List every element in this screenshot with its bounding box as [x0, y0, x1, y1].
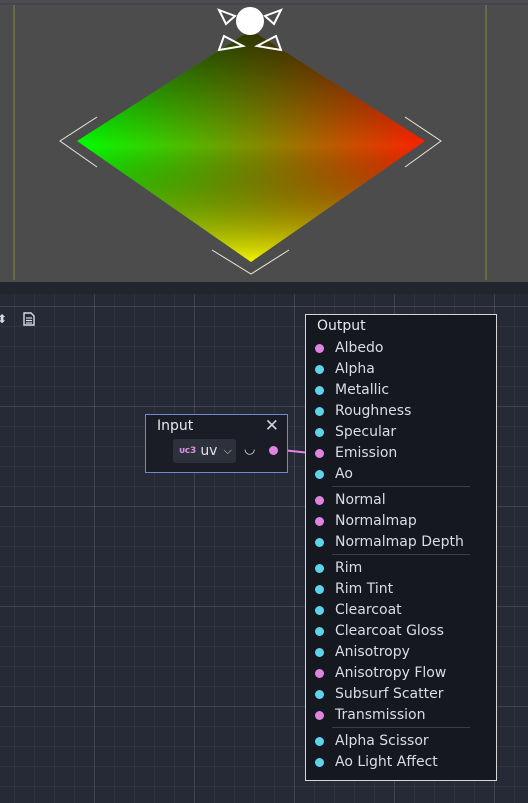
output-port-row-normalmap[interactable]: Normalmap [306, 511, 496, 532]
output-port-row-alpha-scissor[interactable]: Alpha Scissor [306, 731, 496, 752]
port-label: Specular [335, 424, 397, 440]
port-alpha-scissor[interactable] [315, 737, 324, 746]
port-label: Roughness [335, 403, 412, 419]
port-clearcoat-gloss[interactable] [315, 627, 324, 636]
port-albedo[interactable] [315, 344, 324, 353]
port-label: Anisotropy Flow [335, 665, 447, 681]
input-selected-value: uv [200, 443, 218, 459]
port-label: Normalmap Depth [335, 534, 464, 550]
port-label: Normal [335, 492, 386, 508]
port-specular[interactable] [315, 428, 324, 437]
port-rim[interactable] [315, 564, 324, 573]
port-subsurf-scatter[interactable] [315, 690, 324, 699]
output-port-row-rim[interactable]: Rim [306, 558, 496, 579]
output-port-row-transmission[interactable]: Transmission [306, 705, 496, 726]
port-label: Clearcoat [335, 602, 402, 618]
chevron-updown-icon[interactable]: ⬍ [0, 312, 7, 326]
output-port-row-rim-tint[interactable]: Rim Tint [306, 579, 496, 600]
output-port-row-anisotropy-flow[interactable]: Anisotropy Flow [306, 663, 496, 684]
close-icon[interactable]: ✕ [265, 417, 279, 435]
port-label: Emission [335, 445, 398, 461]
output-port-row-alpha[interactable]: Alpha [306, 359, 496, 380]
port-alpha[interactable] [315, 365, 324, 374]
input-node[interactable]: Input ✕ ᴜᴄ3 uv ⌵ ◡ [145, 414, 288, 473]
input-node-title: Input [157, 418, 194, 434]
panel-divider[interactable] [0, 282, 528, 294]
output-node[interactable]: Output Albedo Alpha Metallic Roughness Specu… [305, 314, 497, 781]
port-label: Metallic [335, 382, 390, 398]
preview-toggle-icon[interactable]: ◡ [244, 442, 255, 457]
port-label: Ao [335, 466, 353, 482]
port-rim-tint[interactable] [315, 585, 324, 594]
port-label: Rim [335, 560, 363, 576]
port-label: Alpha [335, 361, 375, 377]
port-label: Rim Tint [335, 581, 394, 597]
output-port-row-metallic[interactable]: Metallic [306, 380, 496, 401]
output-port-row-anisotropy[interactable]: Anisotropy [306, 642, 496, 663]
output-node-title: Output [317, 318, 366, 334]
document-icon[interactable] [22, 312, 36, 326]
port-ao[interactable] [315, 470, 324, 479]
port-ao-light-affect[interactable] [315, 758, 324, 767]
output-port-row-ao-light-affect[interactable]: Ao Light Affect [306, 752, 496, 773]
output-port-row-ao[interactable]: Ao [306, 464, 496, 485]
input-type-select[interactable]: ᴜᴄ3 uv ⌵ [173, 439, 236, 463]
port-label: Albedo [335, 340, 384, 356]
port-label: Alpha Scissor [335, 733, 429, 749]
output-port-row-roughness[interactable]: Roughness [306, 401, 496, 422]
chevron-down-icon: ⌵ [223, 444, 232, 457]
output-port-row-specular[interactable]: Specular [306, 422, 496, 443]
output-port-row-clearcoat[interactable]: Clearcoat [306, 600, 496, 621]
port-transmission[interactable] [315, 711, 324, 720]
port-normalmap[interactable] [315, 517, 324, 526]
port-roughness[interactable] [315, 407, 324, 416]
output-port-row-normalmap-depth[interactable]: Normalmap Depth [306, 532, 496, 553]
port-label: Subsurf Scatter [335, 686, 444, 702]
port-label: Transmission [335, 707, 426, 723]
port-group-separator [332, 727, 470, 728]
port-group-separator [332, 486, 470, 487]
output-port-row-emission[interactable]: Emission [306, 443, 496, 464]
preview-viewport[interactable] [0, 0, 528, 282]
port-group-separator [332, 554, 470, 555]
output-port-row-albedo[interactable]: Albedo [306, 338, 496, 359]
port-label: Ao Light Affect [335, 754, 438, 770]
port-label: Anisotropy [335, 644, 410, 660]
uv-plane-shade [77, 30, 425, 262]
output-port-row-subsurf-scatter[interactable]: Subsurf Scatter [306, 684, 496, 705]
port-label: Normalmap [335, 513, 417, 529]
port-metallic[interactable] [315, 386, 324, 395]
vec3-type-icon: ᴜᴄ3 [179, 446, 197, 456]
output-port-row-normal[interactable]: Normal [306, 490, 496, 511]
output-port-row-clearcoat-gloss[interactable]: Clearcoat Gloss [306, 621, 496, 642]
port-normalmap-depth[interactable] [315, 538, 324, 547]
port-anisotropy-flow[interactable] [315, 669, 324, 678]
port-anisotropy[interactable] [315, 648, 324, 657]
input-output-port[interactable] [269, 446, 278, 455]
port-emission[interactable] [315, 449, 324, 458]
port-label: Clearcoat Gloss [335, 623, 444, 639]
port-normal[interactable] [315, 496, 324, 505]
port-clearcoat[interactable] [315, 606, 324, 615]
